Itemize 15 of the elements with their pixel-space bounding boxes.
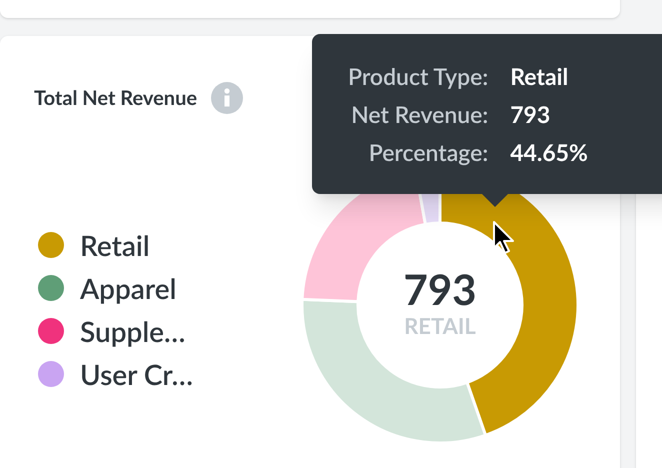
tooltip-value: 793: [510, 99, 552, 130]
tooltip-value: 44.65%: [510, 137, 589, 168]
donut-center-value: 793: [403, 265, 477, 313]
info-icon[interactable]: [211, 82, 244, 114]
donut-center-label: RETAIL: [404, 313, 476, 339]
tooltip-value: Retail: [510, 61, 570, 92]
legend-label[interactable]: Supple…: [80, 313, 186, 349]
tooltip-key: Net Revenue:: [348, 98, 488, 130]
legend-label[interactable]: User Cr…: [80, 356, 193, 392]
legend-label[interactable]: Apparel: [80, 270, 176, 306]
legend-label[interactable]: Retail: [80, 227, 150, 263]
tooltip-key: Percentage:: [348, 136, 488, 168]
cursor-icon: [492, 220, 516, 256]
tooltip-key: Product Type:: [348, 60, 488, 92]
card-title: Total Net Revenue: [34, 85, 198, 112]
